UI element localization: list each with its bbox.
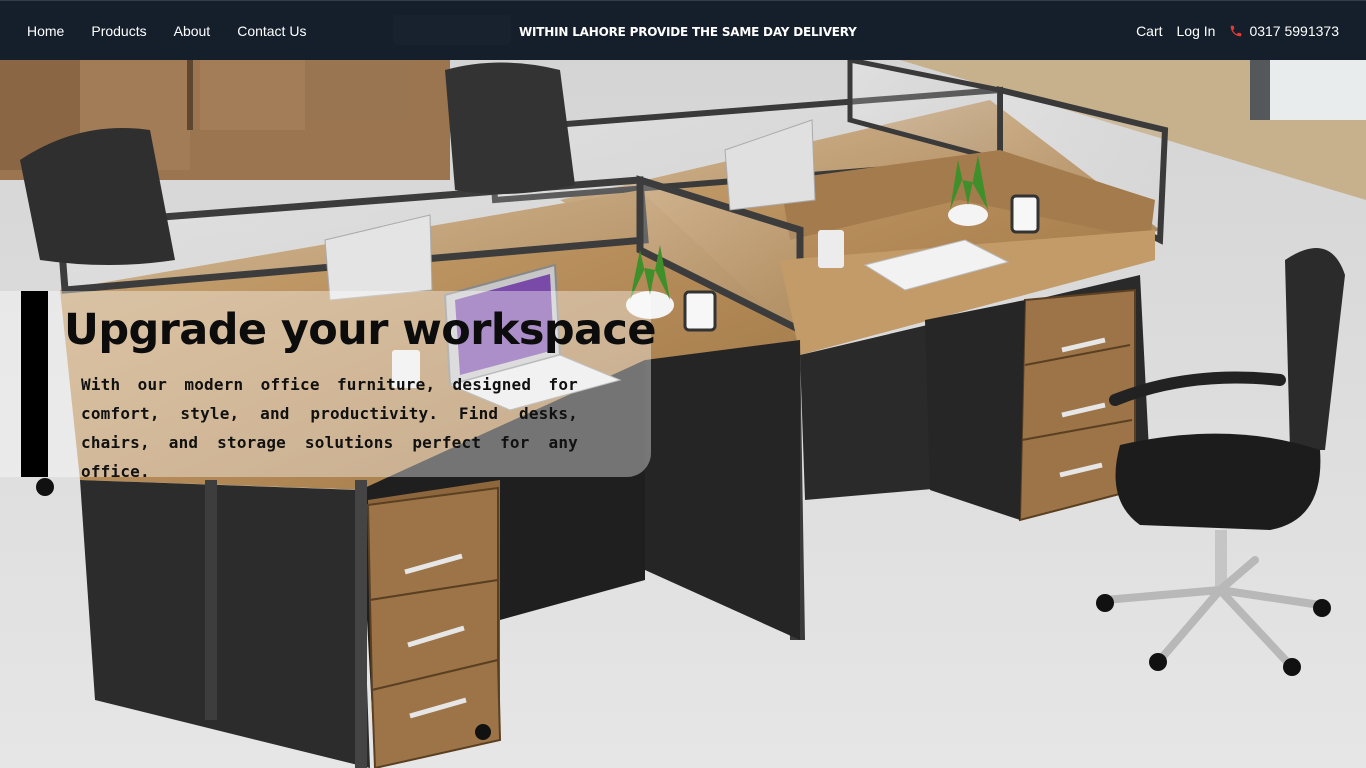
top-navbar: Home Products About Contact Us WITHIN LA… xyxy=(0,0,1366,60)
nav-actions: Cart Log In 0317 5991373 xyxy=(1136,1,1339,61)
nav-link-contact-us[interactable]: Contact Us xyxy=(237,23,306,39)
cart-link[interactable]: Cart xyxy=(1136,23,1162,39)
delivery-banner: WITHIN LAHORE PROVIDE THE SAME DAY DELIV… xyxy=(519,25,857,39)
nav-link-about[interactable]: About xyxy=(174,23,211,39)
nav-search-area[interactable] xyxy=(393,15,511,45)
nav-link-home[interactable]: Home xyxy=(27,23,64,39)
nav-links: Home Products About Contact Us xyxy=(27,23,333,39)
hero-title: Upgrade your workspace xyxy=(64,305,656,355)
hero-text-card: Upgrade your workspace With our modern o… xyxy=(0,291,656,481)
hero-description: With our modern office furniture, design… xyxy=(81,375,578,481)
hero-accent-bar xyxy=(21,291,48,477)
login-link[interactable]: Log In xyxy=(1177,23,1216,39)
phone-number: 0317 5991373 xyxy=(1249,23,1339,39)
nav-link-products[interactable]: Products xyxy=(91,23,146,39)
phone-link[interactable]: 0317 5991373 xyxy=(1229,23,1339,39)
phone-icon xyxy=(1229,24,1243,38)
